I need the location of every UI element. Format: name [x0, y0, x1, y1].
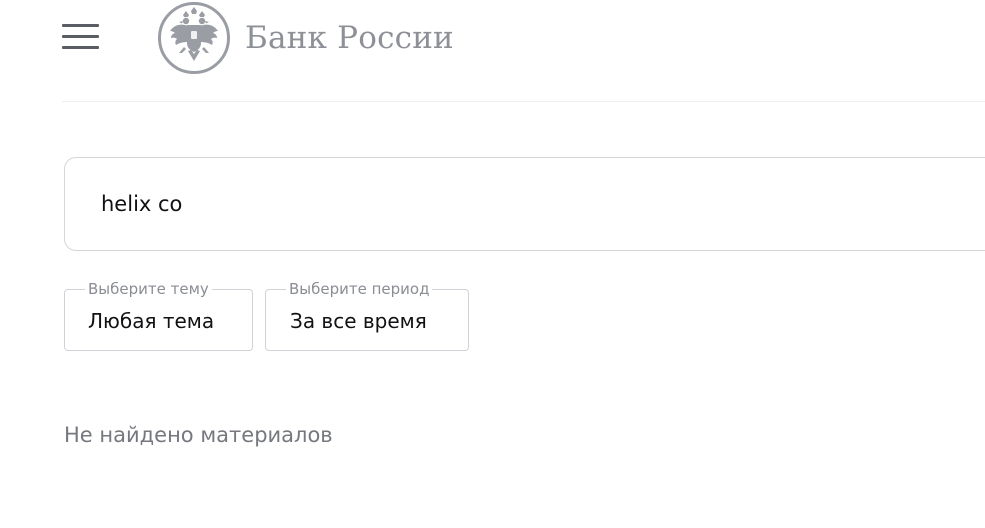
theme-select-label: Выберите тему [85, 280, 212, 298]
search-box[interactable] [64, 157, 985, 251]
page: Банк России Выберите тему Любая тема Выб… [0, 0, 985, 528]
empty-results-message: Не найдено материалов [64, 423, 333, 447]
theme-select-value: Любая тема [88, 309, 215, 333]
period-select[interactable]: Выберите период За все время [265, 280, 469, 351]
menu-line [62, 24, 99, 27]
double-headed-eagle-emblem-icon [158, 2, 230, 74]
menu-line [62, 46, 99, 49]
period-select-label: Выберите период [286, 280, 433, 298]
period-select-value: За все время [290, 309, 427, 333]
search-input[interactable] [101, 188, 901, 220]
bank-name: Банк России [245, 20, 454, 56]
header-divider [62, 101, 985, 102]
hamburger-menu-icon[interactable] [62, 24, 99, 50]
bank-logo-link[interactable]: Банк России [157, 1, 454, 75]
theme-select[interactable]: Выберите тему Любая тема [64, 280, 253, 351]
menu-line [62, 35, 99, 38]
